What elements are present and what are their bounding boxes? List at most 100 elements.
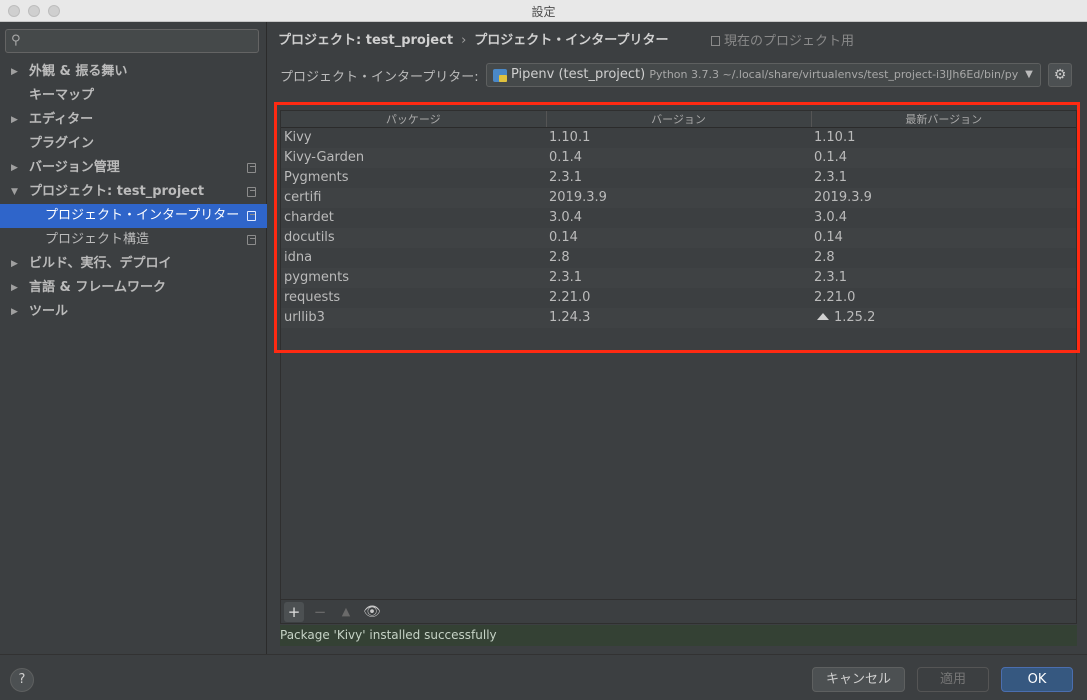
cell-name: Kivy-Garden <box>281 147 546 168</box>
cell-text: 1.25.2 <box>834 310 876 325</box>
cell-text: 3.0.4 <box>814 210 848 225</box>
add-package-button[interactable]: + <box>284 602 304 622</box>
breadcrumb-separator: › <box>461 33 467 48</box>
table-row[interactable]: requests 2.21.0 2.21.0 <box>281 288 1076 308</box>
settings-search-input[interactable] <box>32 32 252 50</box>
table-row[interactable]: chardet 3.0.4 3.0.4 <box>281 208 1076 228</box>
apply-button[interactable]: 適用 <box>917 667 989 692</box>
cell-text: 0.14 <box>549 230 578 245</box>
breadcrumb: プロジェクト: test_project › プロジェクト・インタープリター <box>278 29 669 48</box>
ok-button[interactable]: OK <box>1001 667 1073 692</box>
sidebar-item-label: プロジェクト構造 <box>45 232 150 247</box>
cancel-button[interactable]: キャンセル <box>812 667 905 692</box>
sidebar-item[interactable]: ▶ 外観 & 振る舞い <box>0 60 267 84</box>
cell-name: urllib3 <box>281 307 546 328</box>
interpreter-label: プロジェクト・インタープリター: <box>280 70 479 85</box>
table-row[interactable]: pygments 2.3.1 2.3.1 <box>281 267 1076 288</box>
cell-version: 2.8 <box>546 248 811 268</box>
cell-latest: 2.3.1 <box>811 267 1076 288</box>
sidebar-item[interactable]: キーマップ <box>0 84 267 108</box>
cell-text: Kivy-Garden <box>284 150 365 165</box>
cell-text: 2.3.1 <box>814 270 848 285</box>
cell-version: 3.0.4 <box>546 208 811 228</box>
show-early-releases-icon[interactable]: 👁 <box>362 602 382 622</box>
sidebar-item-label: エディター <box>29 112 94 127</box>
sidebar-item[interactable]: ▼ プロジェクト: test_project <box>0 180 267 204</box>
cell-latest: 1.10.1 <box>811 128 1076 148</box>
cell-version: 2.21.0 <box>546 288 811 308</box>
interpreter-select[interactable]: Pipenv (test_project) Python 3.7.3 ~/.lo… <box>486 63 1041 87</box>
cell-text: 2019.3.9 <box>549 190 607 205</box>
chevron-right-icon[interactable]: ▶ <box>11 276 18 300</box>
cell-text: requests <box>284 290 341 305</box>
title-bar: 設定 <box>0 0 1087 22</box>
chevron-down-icon[interactable]: ▼ <box>11 180 18 204</box>
interpreter-path: Python 3.7.3 ~/.local/share/virtualenvs/… <box>649 68 1041 81</box>
table-row[interactable]: Pygments 2.3.1 2.3.1 <box>281 168 1076 188</box>
current-project-scope: 現在のプロジェクト用 <box>711 30 854 49</box>
cell-text: chardet <box>284 210 334 225</box>
table-row[interactable]: Kivy 1.10.1 1.10.1 <box>281 128 1076 148</box>
cell-text: Kivy <box>284 130 312 146</box>
cell-latest: 2.21.0 <box>811 288 1076 308</box>
column-header-latest-version[interactable]: 最新バージョン <box>811 111 1076 128</box>
help-button[interactable]: ? <box>10 668 34 692</box>
sidebar-item-label: バージョン管理 <box>29 160 120 175</box>
cell-text: 3.0.4 <box>549 210 583 225</box>
sidebar-item[interactable]: ▶ ツール <box>0 300 267 324</box>
table-row[interactable]: idna 2.8 2.8 <box>281 248 1076 268</box>
cell-text: docutils <box>284 230 335 245</box>
dialog-button-bar: ? キャンセル 適用 OK <box>0 654 1087 700</box>
main-panel: プロジェクト: test_project › プロジェクト・インタープリター 現在の… <box>268 22 1087 654</box>
status-message: Package 'Kivy' installed successfully <box>280 625 1077 646</box>
chevron-right-icon[interactable]: ▶ <box>11 108 18 132</box>
table-row[interactable]: certifi 2019.3.9 2019.3.9 <box>281 187 1076 208</box>
chevron-right-icon[interactable]: ▶ <box>11 300 18 324</box>
cell-version: 2.3.1 <box>546 267 811 288</box>
chevron-down-icon[interactable]: ▼ <box>1018 64 1040 86</box>
chevron-right-icon[interactable]: ▶ <box>11 60 18 84</box>
cell-latest: 0.1.4 <box>811 147 1076 168</box>
gear-icon[interactable]: ⚙ <box>1048 63 1072 87</box>
settings-search-box[interactable]: ⚲ <box>5 29 259 53</box>
column-header-version[interactable]: バージョン <box>546 111 812 128</box>
sidebar-item[interactable]: ▶ 言語 & フレームワーク <box>0 276 267 300</box>
cell-text: 2.21.0 <box>549 290 591 305</box>
cell-version: 1.10.1 <box>546 128 811 148</box>
cell-latest: 1.25.2 <box>811 307 1076 328</box>
chevron-right-icon[interactable]: ▶ <box>11 252 18 276</box>
sidebar-item-label: プロジェクト: test_project <box>29 184 205 199</box>
cell-text: 1.24.3 <box>549 310 591 325</box>
cell-text: Pygments <box>284 170 349 185</box>
cell-name: Pygments <box>281 168 546 188</box>
copy-icon <box>247 235 256 245</box>
sidebar-item[interactable]: ▶ バージョン管理 <box>0 156 267 180</box>
sidebar-item-label: ツール <box>29 304 69 319</box>
remove-package-button[interactable]: − <box>310 602 330 622</box>
cell-version: 2019.3.9 <box>546 187 811 208</box>
cell-latest: 0.14 <box>811 227 1076 248</box>
cell-version: 0.1.4 <box>546 147 811 168</box>
sidebar-item[interactable]: プロジェクト・インタープリター <box>0 204 267 228</box>
copy-icon <box>711 36 720 46</box>
cell-name: requests <box>281 288 546 308</box>
table-row[interactable]: urllib3 1.24.3 1.25.2 <box>281 307 1076 328</box>
chevron-right-icon[interactable]: ▶ <box>11 156 18 180</box>
sidebar-item[interactable]: プラグイン <box>0 132 267 156</box>
cell-text: 2.21.0 <box>814 290 856 305</box>
interpreter-name: Pipenv (test_project) <box>511 67 646 82</box>
copy-icon <box>247 187 256 197</box>
cell-name: docutils <box>281 227 546 248</box>
table-row[interactable]: docutils 0.14 0.14 <box>281 227 1076 248</box>
cell-text: pygments <box>284 270 349 285</box>
sidebar-item-label: 言語 & フレームワーク <box>29 280 166 295</box>
upgrade-package-button[interactable]: ▲ <box>336 602 356 622</box>
column-header-package[interactable]: パッケージ <box>281 111 547 128</box>
sidebar-item[interactable]: ▶ エディター <box>0 108 267 132</box>
sidebar-item-label: プラグイン <box>29 136 95 151</box>
python-icon <box>493 69 507 82</box>
settings-tree: ▶ 外観 & 振る舞い キーマップ ▶ エディター プラグイン ▶ バージョン管理 ▼ プロジェク… <box>0 60 267 324</box>
sidebar-item[interactable]: ▶ ビルド、実行、デプロイ <box>0 252 267 276</box>
table-row[interactable]: Kivy-Garden 0.1.4 0.1.4 <box>281 147 1076 168</box>
sidebar-item[interactable]: プロジェクト構造 <box>0 228 267 252</box>
